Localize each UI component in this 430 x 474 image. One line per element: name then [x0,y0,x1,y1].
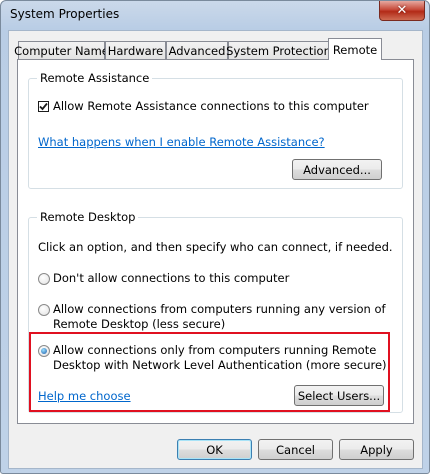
remote-assistance-help-link[interactable]: What happens when I enable Remote Assist… [38,135,325,149]
ok-button[interactable]: OK [177,439,252,460]
tab-remote[interactable]: Remote [328,38,382,60]
system-properties-window: System Properties ✕ Computer Name Hardwa… [0,0,430,474]
allow-any-version-radio[interactable] [38,304,50,316]
remote-desktop-group-label: Remote Desktop [37,210,139,224]
tab-advanced[interactable]: Advanced [166,41,228,59]
window-title: System Properties [10,7,120,21]
remote-assistance-group-label: Remote Assistance [37,71,153,85]
allow-remote-assistance-checkbox[interactable] [38,101,49,112]
allow-any-version-label-line1[interactable]: Allow connections from computers running… [53,302,386,316]
tab-computer-name[interactable]: Computer Name [14,41,109,59]
allow-remote-assistance-label[interactable]: Allow Remote Assistance connections to t… [53,99,369,113]
cancel-button[interactable]: Cancel [258,439,333,460]
dont-allow-connections-radio[interactable] [38,273,50,285]
remote-desktop-instructions: Click an option, and then specify who ca… [38,240,393,254]
tab-hardware[interactable]: Hardware [105,41,166,59]
close-button[interactable]: ✕ [379,1,425,21]
highlight-annotation-box [29,332,390,412]
close-icon: ✕ [396,3,408,18]
tab-system-protection[interactable]: System Protection [226,41,331,59]
apply-button[interactable]: Apply [339,439,414,460]
dont-allow-connections-label[interactable]: Don't allow connections to this computer [53,271,289,285]
advanced-button[interactable]: Advanced... [292,159,382,180]
checkmark-icon [39,102,48,111]
allow-any-version-label-line2[interactable]: Remote Desktop (less secure) [53,317,225,331]
title-bar[interactable]: System Properties ✕ [1,1,429,29]
remote-assistance-group: Remote Assistance Allow Remote Assistanc… [28,71,403,189]
